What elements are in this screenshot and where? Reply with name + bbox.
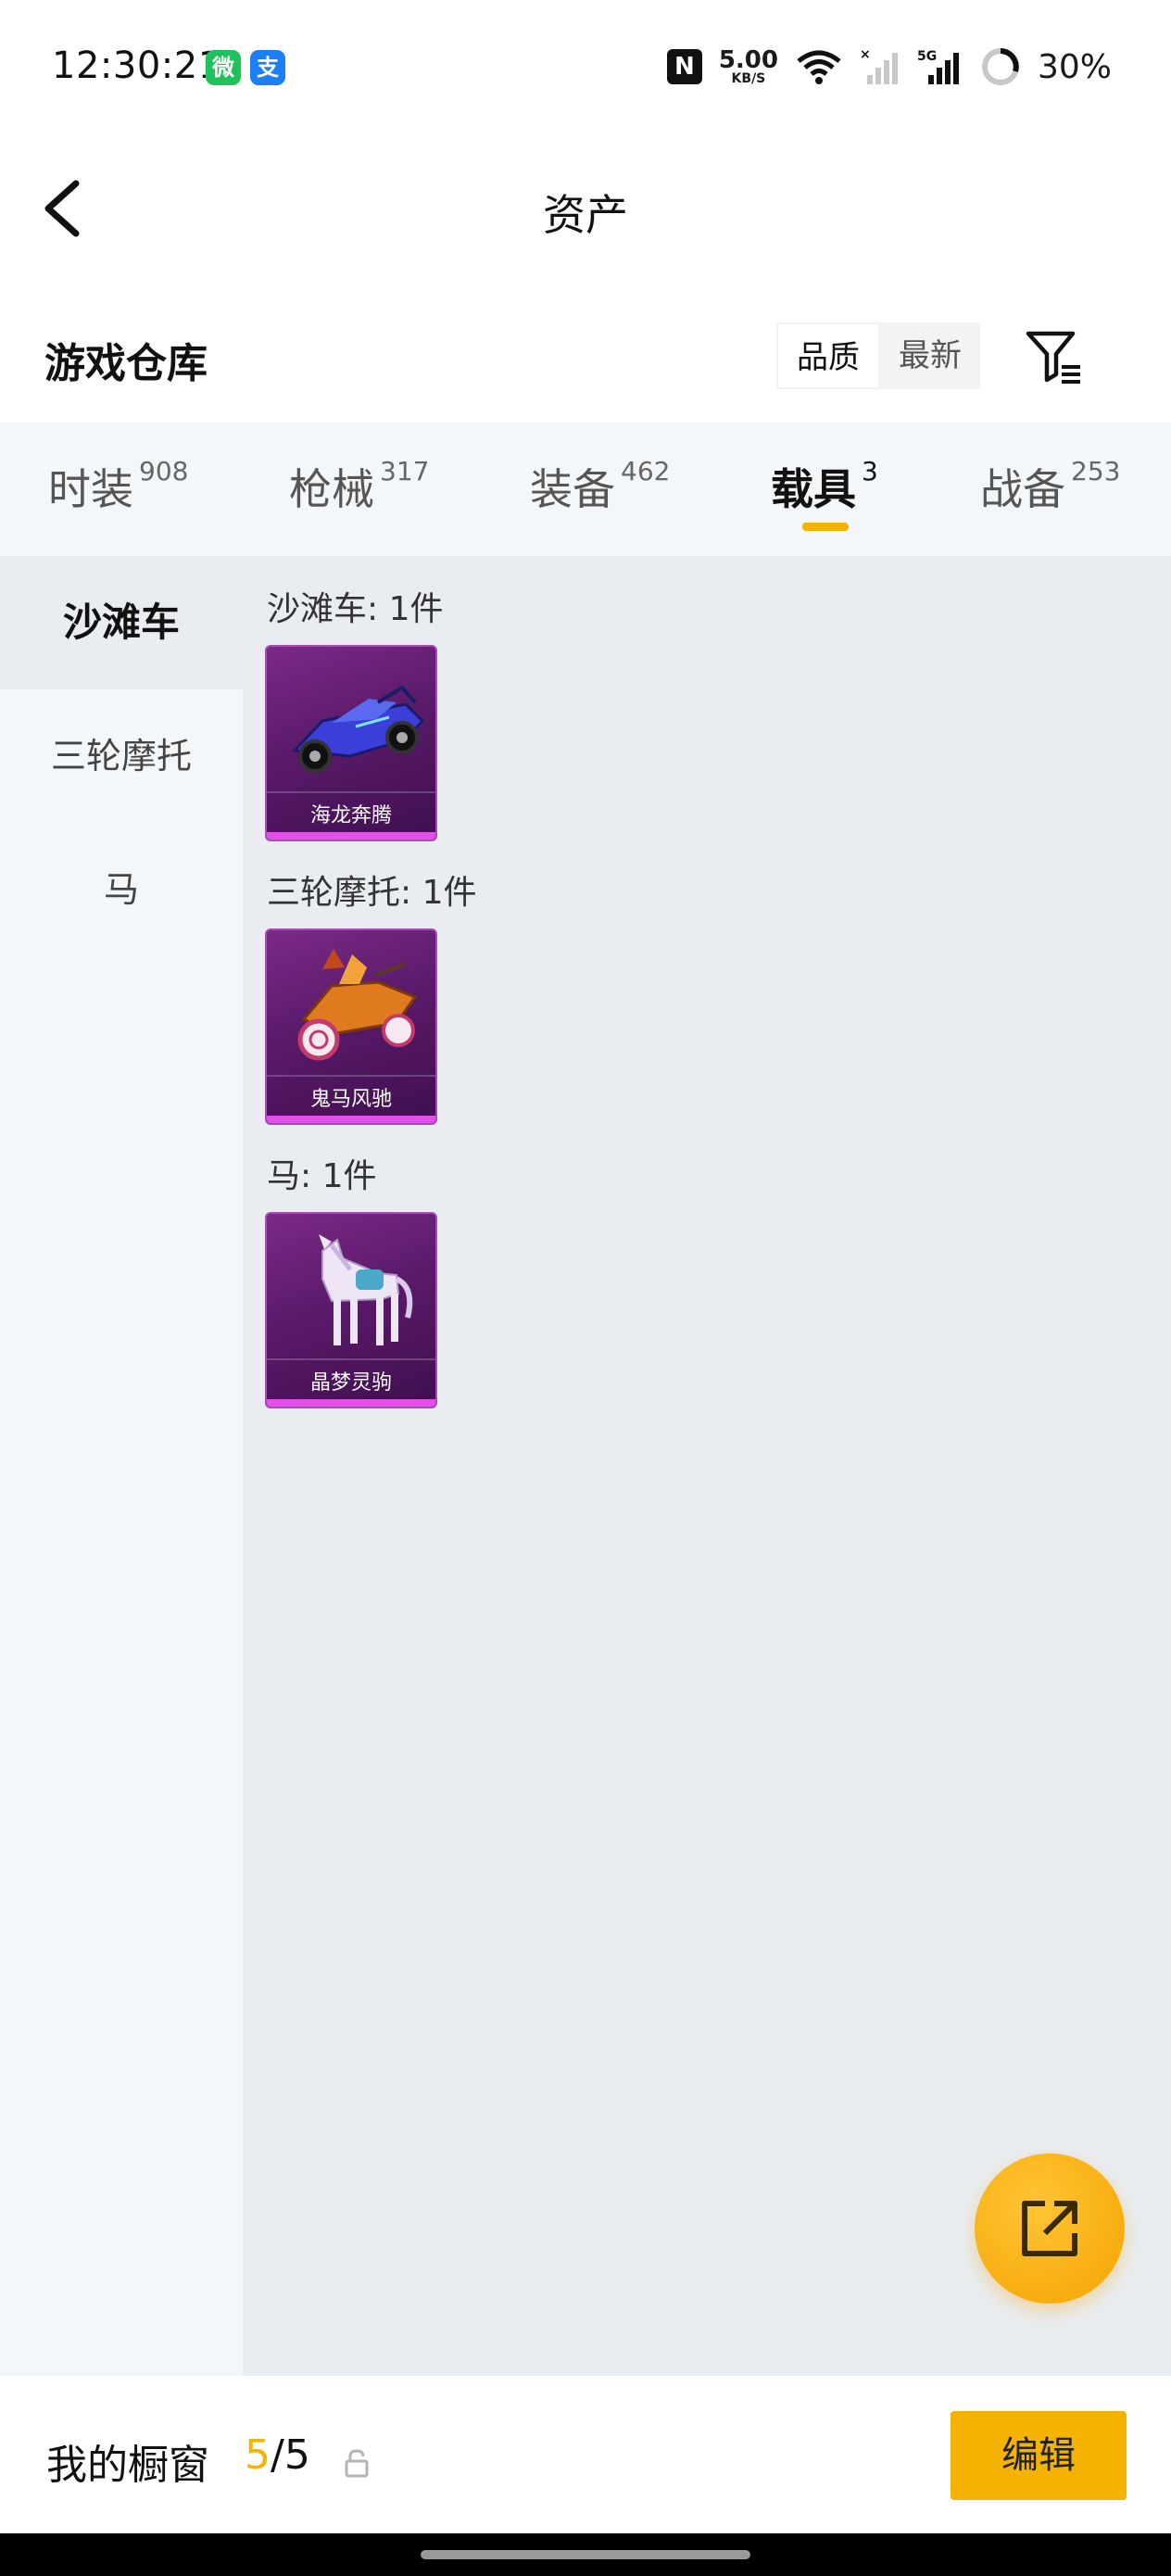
status-time: 12:30:21	[52, 44, 222, 87]
tab-vehicles[interactable]: 载具 3	[771, 456, 878, 517]
category-tabs: 时装 908 枪械 317 装备 462 载具 3 战备 253	[0, 423, 1171, 556]
battery-icon	[981, 48, 1019, 85]
tab-count: 317	[380, 456, 430, 486]
nfc-icon: N	[666, 49, 702, 84]
tab-label: 载具	[771, 464, 856, 514]
tab-label: 装备	[530, 464, 615, 514]
card-divider	[267, 1075, 435, 1077]
rarity-strip	[267, 1399, 435, 1407]
group-title: 沙滩车: 1件	[267, 590, 444, 628]
card-divider	[267, 791, 435, 793]
signal-icon: ×	[860, 47, 898, 84]
home-indicator[interactable]	[421, 2550, 750, 2559]
tab-count: 3	[862, 456, 878, 486]
edit-button[interactable]: 编辑	[951, 2411, 1127, 2500]
net-speed-unit: KB/S	[731, 71, 766, 86]
share-external-icon	[1022, 2201, 1077, 2256]
sort-toggle: 品质 最新	[776, 322, 980, 389]
card-divider	[267, 1358, 435, 1360]
tab-guns[interactable]: 枪械 317	[289, 456, 429, 517]
sidebar-item-beach-buggy[interactable]: 沙滩车	[0, 556, 243, 689]
tab-count: 253	[1071, 456, 1121, 486]
tab-count: 908	[139, 456, 189, 486]
tab-fashion[interactable]: 时装 908	[48, 456, 188, 517]
item-name: 鬼马风驰	[309, 1088, 392, 1111]
net-speed-value: 5.00	[718, 46, 778, 74]
group-title: 马: 1件	[267, 1157, 377, 1195]
tab-equipment[interactable]: 装备 462	[530, 456, 670, 517]
item-card[interactable]: 鬼马风驰	[265, 928, 437, 1125]
tab-label: 时装	[48, 464, 133, 514]
net-speed: 5.00 KB/S	[719, 48, 778, 85]
alipay-icon: 支	[250, 50, 285, 85]
tab-count: 462	[621, 456, 671, 486]
filter-icon[interactable]	[1023, 326, 1084, 387]
item-name: 海龙奔腾	[309, 804, 392, 827]
battery-percent: 30%	[1037, 47, 1112, 86]
item-card[interactable]: 海龙奔腾	[265, 645, 437, 841]
horse-image	[319, 1234, 413, 1345]
showcase-bar: 我的橱窗 5/5 编辑	[0, 2376, 1171, 2533]
wechat-icon: 微	[206, 50, 241, 85]
rarity-strip	[267, 832, 435, 840]
showcase-current: 5	[245, 2431, 271, 2479]
wifi-icon	[797, 50, 841, 84]
svg-text:×: ×	[860, 47, 871, 62]
item-grid: 沙滩车: 1件 海龙奔腾 三轮摩托: 1件 鬼马风驰 马: 1件 晶梦灵驹	[243, 556, 1171, 2376]
showcase-total: 5	[283, 2431, 310, 2479]
showcase-separator: /	[271, 2431, 284, 2479]
warehouse-title: 游戏仓库	[44, 340, 208, 387]
item-name: 晶梦灵驹	[309, 1371, 392, 1395]
status-bar: 12:30:21 微 支 N 5.00 KB/S × 5G 30%	[0, 0, 1171, 139]
app-header: 资产	[0, 139, 1171, 278]
subcategory-sidebar: 沙滩车 三轮摩托 马	[0, 556, 243, 2376]
beach-buggy-image	[291, 685, 425, 773]
page-title: 资产	[543, 190, 628, 240]
showcase-count: 5/5	[245, 2431, 310, 2479]
trike-image	[297, 949, 418, 1061]
sort-quality-button[interactable]: 品质	[776, 322, 880, 389]
unlock-icon	[345, 2449, 369, 2478]
status-indicators: N 5.00 KB/S × 5G 30%	[666, 43, 1112, 91]
svg-text:5G: 5G	[917, 49, 937, 64]
warehouse-header: 游戏仓库 品质 最新	[0, 278, 1171, 423]
system-nav-bar	[0, 2533, 1171, 2576]
5g-signal-icon: 5G	[917, 49, 959, 84]
rarity-strip	[267, 1116, 435, 1123]
active-tab-indicator	[802, 523, 849, 531]
sort-latest-button[interactable]: 最新	[880, 322, 980, 389]
group-title: 三轮摩托: 1件	[267, 874, 477, 912]
tab-label: 枪械	[289, 464, 374, 514]
sidebar-item-horse[interactable]: 马	[0, 823, 243, 956]
share-button[interactable]	[975, 2153, 1125, 2304]
tab-label: 战备	[980, 464, 1065, 514]
tab-supplies[interactable]: 战备 253	[980, 456, 1120, 517]
sidebar-item-trike[interactable]: 三轮摩托	[0, 689, 243, 823]
showcase-label: 我的橱窗	[46, 2442, 209, 2489]
item-card[interactable]: 晶梦灵驹	[265, 1212, 437, 1408]
